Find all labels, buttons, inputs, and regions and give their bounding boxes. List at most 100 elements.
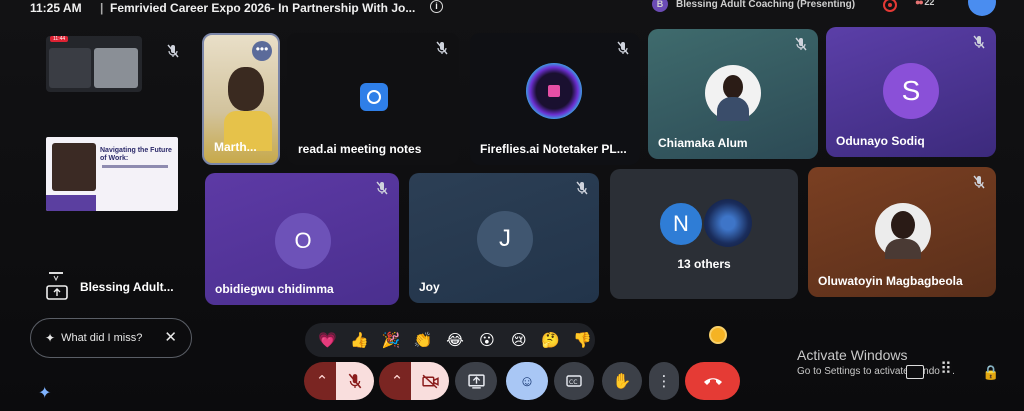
mic-off-icon [575,181,589,195]
participant-avatar: S [883,63,939,119]
info-icon[interactable]: i [430,0,443,13]
presenter-photo [52,143,96,191]
present-screen-icon [467,373,485,389]
mic-off-icon [972,35,986,49]
smiley-icon: ☺ [519,372,535,390]
sparkle-icon: ✦ [45,331,56,345]
edit-button[interactable] [968,0,996,16]
captions-icon: CC [566,375,582,387]
raise-hand-button[interactable]: ✋ [602,362,642,400]
title-separator: | [100,1,104,15]
reaction-sad-icon[interactable]: 😢 [506,331,531,349]
gemini-icon[interactable]: ✦ [38,383,51,403]
audio-options-button[interactable]: ⌃ [304,362,340,400]
participant-tile-odunayo[interactable]: S Odunayo Sodiq [826,27,996,157]
reaction-heart-icon[interactable]: 💗 [315,331,340,349]
leave-call-button[interactable] [685,362,740,400]
share-screen-icon [49,48,91,88]
reaction-laugh-icon[interactable]: 😂 [443,331,468,349]
host-controls-icon[interactable]: 🔒 [982,364,1000,381]
participant-avatar [875,203,931,259]
meet-screen: 11:25 AM | Femrivied Career Expo 2026- I… [0,0,1024,411]
participant-tile-oluwatoyin[interactable]: Oluwatoyin Magbagbeola [808,167,996,297]
participant-video [228,67,264,111]
participant-name: Odunayo Sodiq [836,134,925,148]
hand-icon: ✋ [612,373,632,390]
participant-name: Oluwatoyin Magbagbeola [818,274,963,288]
participant-name: Joy [419,280,440,294]
participant-count[interactable]: ●● 22 [915,0,934,7]
activities-grid-icon[interactable]: ⠿ [940,362,952,378]
more-options-button[interactable]: ⋮ [649,362,679,400]
clock: 11:25 AM [30,1,82,15]
close-icon[interactable]: ✕ [164,328,177,346]
camera-button[interactable] [411,362,449,400]
participant-name: read.ai meeting notes [298,142,422,156]
what-did-i-miss-chip[interactable]: ✦ What did I miss? ✕ [30,318,192,358]
reaction-thumbs-up-icon[interactable]: 👍 [347,331,372,349]
more-options-icon[interactable]: ••• [252,41,272,61]
mic-off-icon [435,41,449,55]
participant-name: Fireflies.ai Notetaker PL... [480,142,627,156]
presenter-avatar: B [652,0,668,12]
reaction-surprised-icon[interactable]: 😮 [474,331,499,349]
meeting-title: Femrivied Career Expo 2026- In Partnersh… [110,1,416,15]
activate-windows-notice: Activate Windows Go to Settings to activ… [797,347,955,377]
reaction-thumbs-down-icon[interactable]: 👎 [570,331,595,349]
reaction-thinking-icon[interactable]: 🤔 [538,331,563,349]
participant-avatar: J [477,211,533,267]
chat-icon[interactable] [906,365,924,379]
slide-heading: Navigating the Future of Work: [100,147,172,162]
reaction-party-icon[interactable]: 🎉 [379,331,404,349]
video-options-button[interactable]: ⌃ [379,362,415,400]
camera-off-icon [421,374,439,388]
fireflies-logo-icon [526,63,582,119]
what-did-i-miss-label: What did I miss? [61,332,143,344]
skin-tone-icon[interactable] [709,326,727,344]
recording-icon[interactable] [883,0,897,12]
activate-windows-title: Activate Windows [797,347,908,363]
participant-tile-obidiegwu[interactable]: O obidiegwu chidimma [205,173,399,305]
present-screen-button[interactable] [455,362,497,400]
others-count-label: 13 others [677,257,731,271]
presenting-indicator[interactable]: B Blessing Adult Coaching (Presenting) [652,0,855,12]
captions-button[interactable]: CC [554,362,594,400]
participant-name: Chiamaka Alum [658,136,748,150]
presenter-label: Blessing Adult Coaching (Presenting) [676,0,856,10]
participant-name: Marth... [214,140,257,154]
mic-off-icon [348,373,362,389]
self-video [94,48,138,88]
participant-avatar: N [658,201,704,247]
people-icon: ●● [915,0,924,7]
participant-tile-readai[interactable]: read.ai meeting notes [287,33,459,165]
participant-avatar [705,65,761,121]
chevron-up-icon: ⌃ [315,373,329,390]
participant-tile-others[interactable]: N 13 others [610,169,798,299]
mic-off-icon [166,44,180,58]
presentation-slide-thumbnail[interactable]: Navigating the Future of Work: [46,137,178,211]
mic-off-icon [794,37,808,51]
participant-avatar: O [275,213,331,269]
mic-off-icon [972,175,986,189]
chevron-up-icon: ⌃ [390,373,404,390]
participant-tile-joy[interactable]: J Joy [409,173,599,303]
reaction-clap-icon[interactable]: 👏 [411,331,436,349]
mic-off-icon [375,181,389,195]
readai-logo-icon [360,83,388,111]
activate-windows-subtitle: Go to Settings to activate Windows. [797,366,955,377]
presentation-icon[interactable] [46,270,68,300]
microphone-button[interactable] [336,362,374,400]
slide-band [46,195,96,211]
top-bar: 11:25 AM | Femrivied Career Expo 2026- I… [0,0,1024,20]
participant-tile-marth[interactable]: ••• Marth... [202,33,280,165]
presentation-label: Blessing Adult... [80,280,174,294]
participant-name: obidiegwu chidimma [215,282,334,296]
participant-tile-fireflies[interactable]: Fireflies.ai Notetaker PL... [470,33,640,165]
reactions-button[interactable]: ☺ [506,362,548,400]
svg-text:CC: CC [569,379,577,386]
recording-time: 11:44 [50,36,69,42]
participant-tile-chiamaka[interactable]: Chiamaka Alum [648,29,818,159]
participant-avatar-image [704,199,752,247]
mic-off-icon [616,41,630,55]
self-preview-thumbnail[interactable]: 11:44 [46,36,142,92]
